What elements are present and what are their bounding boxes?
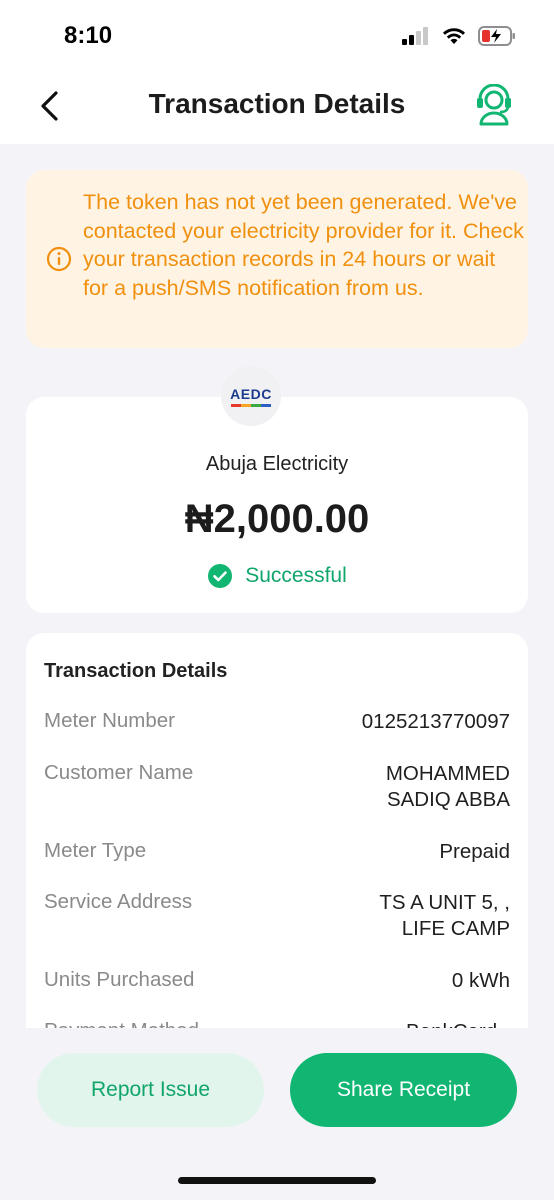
warning-message: The token has not yet been generated. We… (83, 190, 524, 300)
row-label: Service Address (44, 890, 193, 913)
transaction-status: Successful (26, 563, 528, 589)
row-label: Meter Type (44, 839, 147, 862)
row-label: Meter Number (44, 709, 176, 732)
info-icon (46, 246, 72, 272)
chevron-right-icon: › (503, 1019, 510, 1028)
details-section-title: Transaction Details (44, 660, 228, 682)
top-nav-bar: Transaction Details (0, 70, 554, 144)
token-pending-warning: The token has not yet been generated. We… (26, 170, 528, 348)
transaction-details-card: Transaction Details Meter Number 0125213… (26, 633, 528, 1028)
status-time: 8:10 (64, 22, 113, 49)
value-line: LIFE CAMP (401, 917, 510, 940)
merchant-name: Abuja Electricity (205, 453, 349, 475)
logo-text: AEDC (230, 385, 272, 402)
status-text: Successful (245, 564, 347, 587)
row-value: 0 kWh (451, 969, 510, 992)
page-title: Transaction Details (148, 88, 406, 119)
home-indicator[interactable] (178, 1177, 376, 1184)
row-value: BankCard › (406, 1019, 510, 1028)
bottom-action-bar: Report Issue Share Receipt (0, 1028, 554, 1200)
wifi-icon (443, 28, 465, 44)
battery-charging-icon (478, 26, 515, 46)
row-label: Units Purchased (44, 968, 195, 991)
payment-method-value: BankCard (406, 1020, 497, 1028)
value-line: SADIQ ABBA (386, 788, 510, 811)
row-value: MOHAMMED SADIQ ABBA (386, 761, 510, 813)
report-issue-button[interactable]: Report Issue (37, 1053, 264, 1127)
headset-agent-icon (477, 83, 511, 126)
row-label: Customer Name (44, 761, 194, 784)
value-line: MOHAMMED (385, 762, 510, 785)
value-line: TS A UNIT 5, , (379, 891, 510, 914)
cellular-signal-icon (402, 27, 428, 45)
status-bar: 8:10 (0, 0, 554, 70)
transaction-amount: ₦2,000.00 (184, 497, 370, 541)
customer-support-button[interactable] (474, 83, 514, 126)
check-circle-icon (208, 564, 233, 588)
row-value: 0125213770097 (361, 710, 510, 733)
merchant-summary-card: Abuja Electricity ₦2,000.00 Successful (26, 397, 528, 613)
row-value: Prepaid (439, 840, 510, 863)
row-value: TS A UNIT 5, , LIFE CAMP (379, 890, 510, 942)
merchant-logo: AEDC (221, 366, 281, 426)
row-label: Payment Method (44, 1019, 199, 1028)
logo-stripe (231, 403, 271, 407)
status-icons (402, 26, 516, 46)
share-receipt-button[interactable]: Share Receipt (290, 1053, 517, 1127)
